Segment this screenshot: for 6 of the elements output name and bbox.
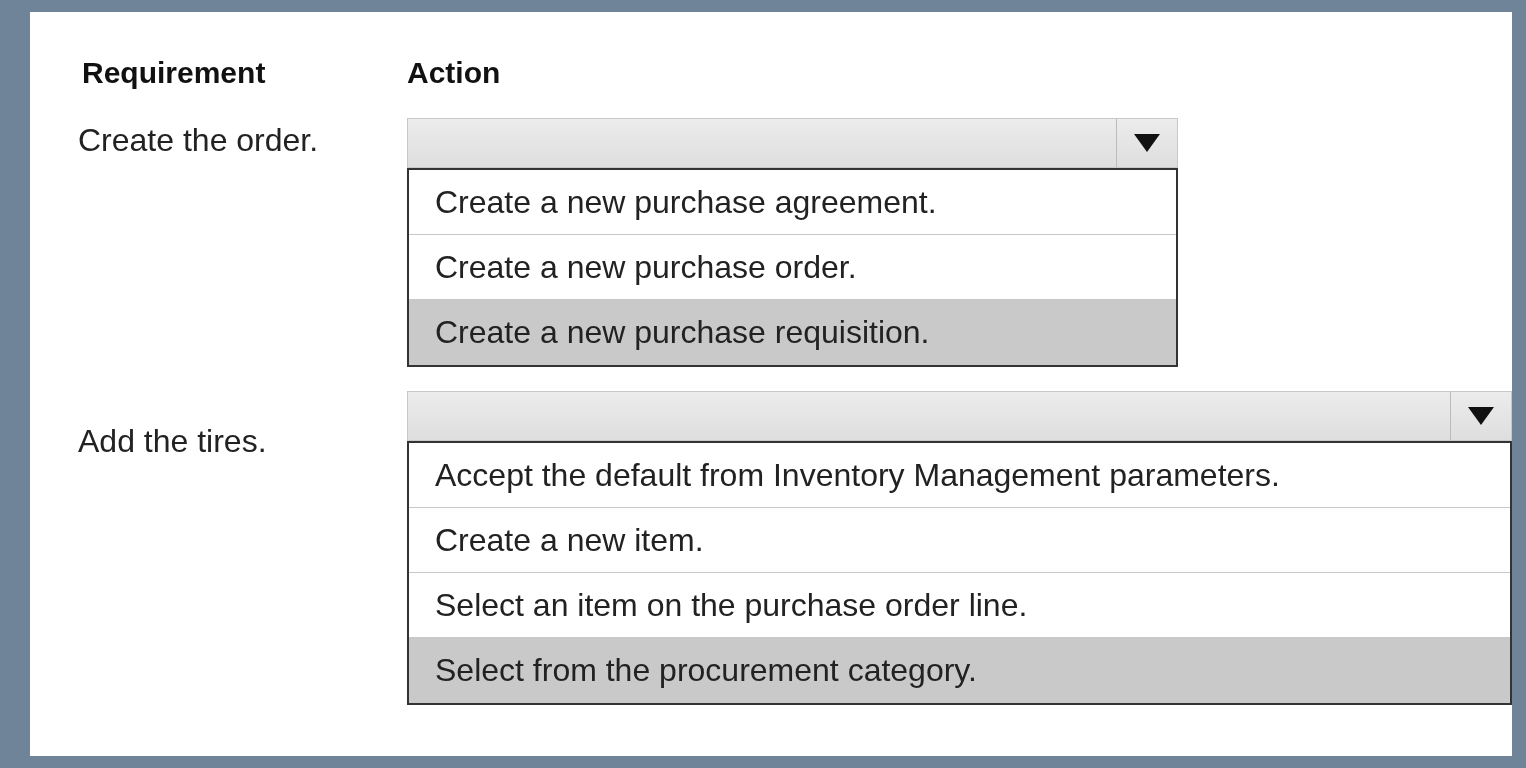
requirement-label: Add the tires. [78,422,268,460]
dropdown-option[interactable]: Select from the procurement category. [409,638,1510,703]
dropdown-option[interactable]: Create a new purchase requisition. [409,300,1176,365]
column-header: Action [407,56,502,90]
column-header: Requirement [82,56,267,90]
requirement-label: Create the order. [78,122,320,159]
